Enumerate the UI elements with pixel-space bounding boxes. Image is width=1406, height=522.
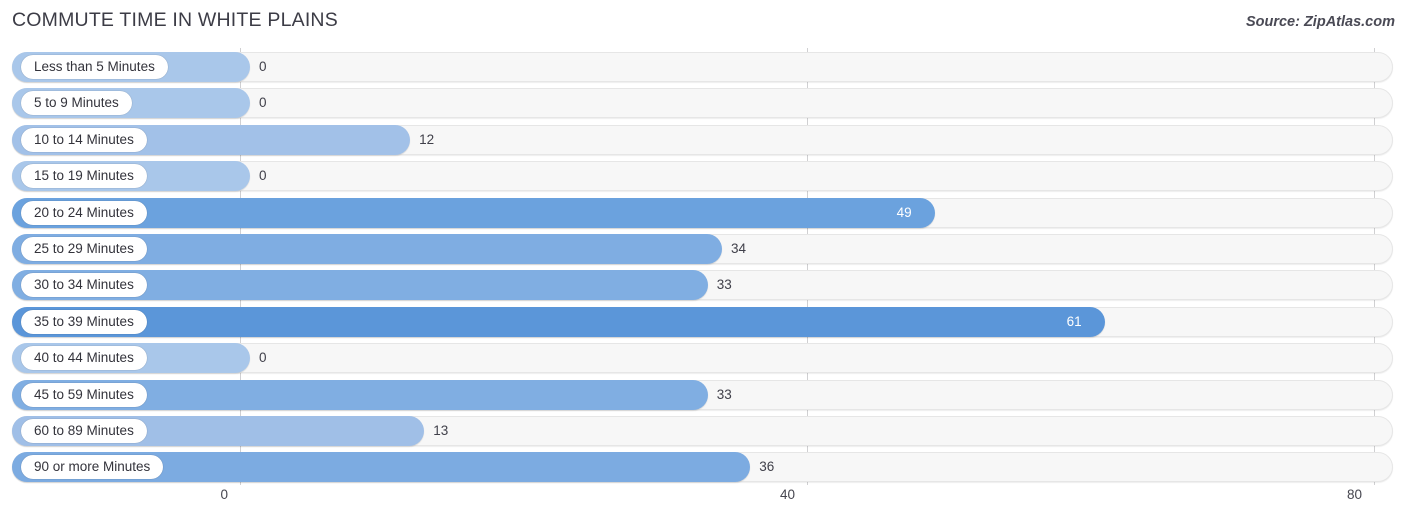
bar-fill[interactable] [12, 306, 1105, 337]
value-label: 49 [896, 204, 912, 220]
bar-row[interactable]: 15 to 19 Minutes 0 [12, 161, 1394, 192]
x-tick-label: 80 [1346, 487, 1362, 502]
bar-row[interactable]: 35 to 39 Minutes 61 [12, 306, 1394, 337]
value-label: 0 [259, 95, 267, 111]
value-label: 36 [759, 459, 775, 475]
category-label: 15 to 19 Minutes [21, 164, 147, 189]
chart-container: COMMUTE TIME IN WHITE PLAINS Source: Zip… [0, 0, 1406, 522]
value-label: 34 [730, 241, 746, 256]
bar-fill[interactable] [12, 197, 935, 228]
category-label: 45 to 59 Minutes [21, 382, 147, 407]
category-label: 35 to 39 Minutes [21, 309, 147, 334]
category-label: 40 to 44 Minutes [21, 346, 147, 371]
value-label: 12 [419, 131, 435, 147]
category-label: 60 to 89 Minutes [21, 419, 147, 443]
category-label: Less than 5 Minutes [21, 55, 168, 79]
bar-row[interactable]: 40 to 44 Minutes 0 [12, 343, 1394, 374]
bar-row[interactable]: 20 to 24 Minutes 49 [12, 197, 1394, 228]
x-tick-label: 40 [779, 487, 795, 502]
x-tick-label: 0 [220, 487, 228, 502]
category-label: 5 to 9 Minutes [21, 91, 132, 116]
value-label: 33 [716, 386, 732, 402]
plot-area: Less than 5 Minutes 0 5 to 9 Minutes 0 10 to… [0, 48, 1406, 485]
value-label: 33 [716, 277, 732, 293]
bar-row[interactable]: Less than 5 Minutes 0 [12, 52, 1394, 82]
bar-row[interactable]: 25 to 29 Minutes 34 [12, 234, 1394, 264]
page-title: COMMUTE TIME IN WHITE PLAINS [12, 9, 338, 31]
bar-rows: Less than 5 Minutes 0 5 to 9 Minutes 0 10 to… [0, 48, 1406, 485]
category-label: 10 to 14 Minutes [21, 127, 147, 152]
bar-row[interactable]: 60 to 89 Minutes 13 [12, 416, 1394, 446]
bar-row[interactable]: 5 to 9 Minutes 0 [12, 88, 1394, 119]
category-label: 25 to 29 Minutes [21, 237, 147, 261]
bar-row[interactable]: 45 to 59 Minutes 33 [12, 379, 1394, 410]
category-label: 30 to 34 Minutes [21, 273, 147, 298]
bar-row[interactable]: 10 to 14 Minutes 12 [12, 124, 1394, 155]
category-label: 20 to 24 Minutes [21, 200, 147, 225]
value-label: 0 [259, 168, 267, 184]
value-label: 0 [259, 350, 267, 366]
value-label: 0 [259, 59, 267, 74]
value-label: 61 [1066, 313, 1082, 329]
bar-row[interactable]: 90 or more Minutes 36 [12, 452, 1394, 483]
x-axis: 0 40 80 [0, 485, 1406, 522]
value-label: 13 [433, 423, 449, 438]
source-attribution: Source: ZipAtlas.com [1245, 14, 1395, 30]
category-label: 90 or more Minutes [21, 455, 164, 480]
bar-row[interactable]: 30 to 34 Minutes 33 [12, 270, 1394, 301]
